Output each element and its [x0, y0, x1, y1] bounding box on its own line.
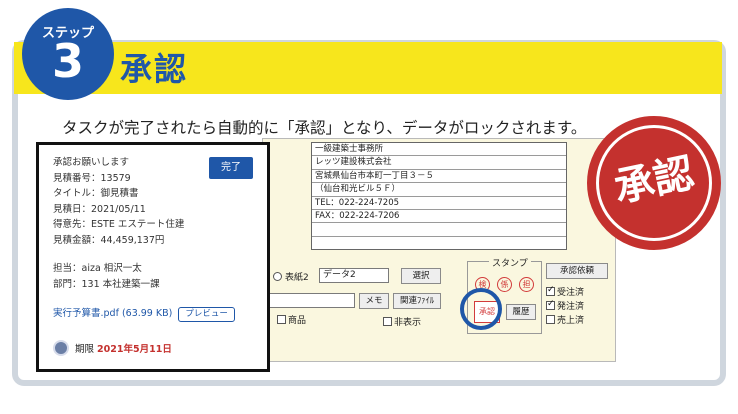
- address-line: TEL：022-224-7205: [312, 197, 566, 210]
- notification-line: タイトル：御見積書: [53, 188, 139, 199]
- notification-line: 得意先：ESTE エステート住建: [53, 219, 185, 230]
- notification-line: 見積番号：13579: [53, 172, 131, 184]
- stamp-charge-icon[interactable]: 担: [519, 277, 534, 292]
- memo-button[interactable]: メモ: [359, 293, 389, 309]
- address-line: レッツ建設株式会社: [312, 156, 566, 170]
- purchased-label: 発注済: [557, 302, 585, 312]
- stamp-staff-icon[interactable]: 係: [497, 277, 512, 292]
- preview-button[interactable]: プレビュー: [178, 307, 235, 322]
- address-block: 一級建築士事務所 レッツ建設株式会社 宮城県仙台市本町一丁目３－５ （仙台和光ビ…: [311, 142, 567, 250]
- attachment-row: 実行予算書.pdf (63.99 KB) プレビュー: [53, 305, 235, 322]
- checkbox-box: [546, 299, 555, 310]
- address-line: （仙台和光ビル５Ｆ）: [312, 183, 566, 197]
- data-field[interactable]: データ2: [319, 268, 389, 283]
- address-line: [312, 237, 566, 250]
- notification-line: 見積日：2021/05/11: [53, 203, 146, 215]
- sold-label: 売上済: [557, 316, 585, 326]
- checkbox-box: [546, 285, 555, 296]
- checkbox-box: [546, 315, 555, 324]
- due-row: 期限 2021年5月11日: [53, 340, 172, 358]
- assignee: 担当：aiza 相沢一太: [53, 263, 142, 274]
- department: 部門：131 本社建築一課: [53, 279, 160, 290]
- notification-body: 承認お願いします 見積番号：13579 タイトル：御見積書 見積日：2021/0…: [53, 155, 184, 248]
- sold-checkbox[interactable]: 売上済: [546, 313, 612, 326]
- complete-button[interactable]: 完了: [209, 157, 253, 179]
- history-button[interactable]: 履歴: [506, 304, 536, 320]
- task-notification: 承認お願いします 見積番号：13579 タイトル：御見積書 見積日：2021/0…: [36, 142, 270, 372]
- address-line: 宮城県仙台市本町一丁目３－５: [312, 170, 566, 184]
- cover2-radio[interactable]: 表紙2: [273, 270, 309, 283]
- notification-line: 見積金額：44,459,137円: [53, 234, 165, 246]
- step-number: 3: [51, 34, 84, 88]
- step-description: タスクが完了されたら自動的に「承認」となり、データがロックされます。: [62, 119, 587, 137]
- step-title: 承認: [120, 50, 189, 88]
- ordered-checkbox[interactable]: 受注済: [546, 285, 612, 298]
- product-checkbox[interactable]: 商品: [277, 313, 306, 326]
- checkbox-box: [277, 315, 286, 324]
- notification-line: 承認お願いします: [53, 157, 130, 168]
- assignee-block: 担当：aiza 相沢一太 部門：131 本社建築一課: [53, 261, 160, 293]
- cover2-radio-label: 表紙2: [285, 273, 309, 283]
- select-button[interactable]: 選択: [401, 268, 441, 284]
- hide-checkbox-label: 非表示: [394, 318, 422, 328]
- approval-seal: 承認: [587, 116, 721, 250]
- radio-circle: [273, 272, 282, 281]
- avatar: [53, 340, 69, 356]
- ordered-label: 受注済: [557, 288, 585, 298]
- step-badge: ステップ 3: [22, 8, 114, 100]
- blank-field[interactable]: [269, 293, 355, 308]
- address-line: FAX：022-224-7206: [312, 210, 566, 224]
- status-panel: 承認依頼 受注済 発注済 売上済: [546, 263, 612, 326]
- attachment-link[interactable]: 実行予算書.pdf (63.99 KB): [53, 308, 172, 319]
- highlight-ring: [460, 288, 502, 330]
- address-line: [312, 223, 566, 237]
- due-date: 2021年5月11日: [97, 344, 172, 355]
- related-file-button[interactable]: 関連ﾌｧｲﾙ: [393, 293, 441, 309]
- app-window: 一級建築士事務所 レッツ建設株式会社 宮城県仙台市本町一丁目３－５ （仙台和光ビ…: [262, 138, 616, 362]
- due-label: 期限: [75, 344, 95, 355]
- product-checkbox-label: 商品: [288, 316, 307, 326]
- checkbox-box: [383, 317, 392, 326]
- hide-checkbox[interactable]: 非表示: [383, 315, 421, 328]
- approval-request-button[interactable]: 承認依頼: [546, 263, 608, 279]
- address-line: 一級建築士事務所: [312, 143, 566, 157]
- purchased-checkbox[interactable]: 発注済: [546, 299, 612, 312]
- stamp-group-title: スタンプ: [489, 256, 531, 269]
